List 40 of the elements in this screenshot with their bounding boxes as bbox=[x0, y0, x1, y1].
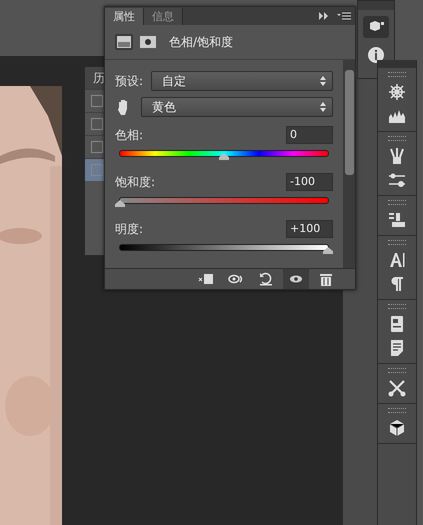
history-item[interactable] bbox=[85, 158, 104, 181]
panel-header-bar bbox=[358, 1, 394, 10]
slider-thumb[interactable] bbox=[323, 247, 333, 254]
dropdown-arrows-icon bbox=[320, 76, 326, 86]
slider-label: 明度: bbox=[115, 220, 144, 238]
clip-layer-icon bbox=[198, 272, 214, 286]
adjustment-icon[interactable] bbox=[115, 34, 133, 50]
panel-tab[interactable]: 信息 bbox=[144, 8, 183, 25]
value-field[interactable]: +100 bbox=[286, 220, 333, 238]
cube-icon[interactable] bbox=[388, 419, 406, 437]
panel-title: 色相/饱和度 bbox=[169, 34, 234, 50]
toolbar-button[interactable] bbox=[283, 269, 309, 289]
slider-thumb[interactable] bbox=[115, 200, 125, 207]
mask-icon[interactable] bbox=[139, 34, 157, 50]
preset-label: 预设: bbox=[115, 72, 144, 90]
slider-label: 色相: bbox=[115, 126, 144, 144]
slider-label: 饱和度: bbox=[115, 174, 156, 190]
menu-icon[interactable] bbox=[337, 12, 351, 20]
panel-tab[interactable]: 属性 bbox=[105, 8, 144, 25]
scrollbar[interactable] bbox=[343, 60, 355, 268]
document-icon[interactable] bbox=[388, 315, 406, 333]
note-icon[interactable] bbox=[388, 339, 406, 357]
value-field[interactable]: 0 bbox=[286, 126, 333, 144]
history-tab[interactable]: 历 bbox=[85, 67, 104, 89]
wheel-icon[interactable] bbox=[388, 83, 406, 101]
text-cursor-icon[interactable] bbox=[388, 251, 406, 269]
trash-icon bbox=[318, 272, 334, 286]
stamp-icon[interactable] bbox=[388, 211, 406, 229]
info-icon[interactable] bbox=[367, 46, 385, 64]
value-field[interactable]: -100 bbox=[286, 173, 333, 191]
slider-thumb[interactable] bbox=[219, 153, 229, 160]
slider-track[interactable] bbox=[119, 150, 329, 157]
reset-icon bbox=[258, 272, 274, 286]
channel-dropdown[interactable]: 黄色 bbox=[141, 97, 333, 117]
collapse-icon[interactable] bbox=[319, 12, 329, 20]
dropdown-arrows-icon bbox=[320, 102, 326, 112]
preset-dropdown[interactable]: 自定 bbox=[151, 71, 333, 91]
eye-cycle-icon bbox=[228, 272, 244, 286]
brushes-icon[interactable] bbox=[388, 147, 406, 165]
sliders-icon[interactable] bbox=[388, 171, 406, 189]
